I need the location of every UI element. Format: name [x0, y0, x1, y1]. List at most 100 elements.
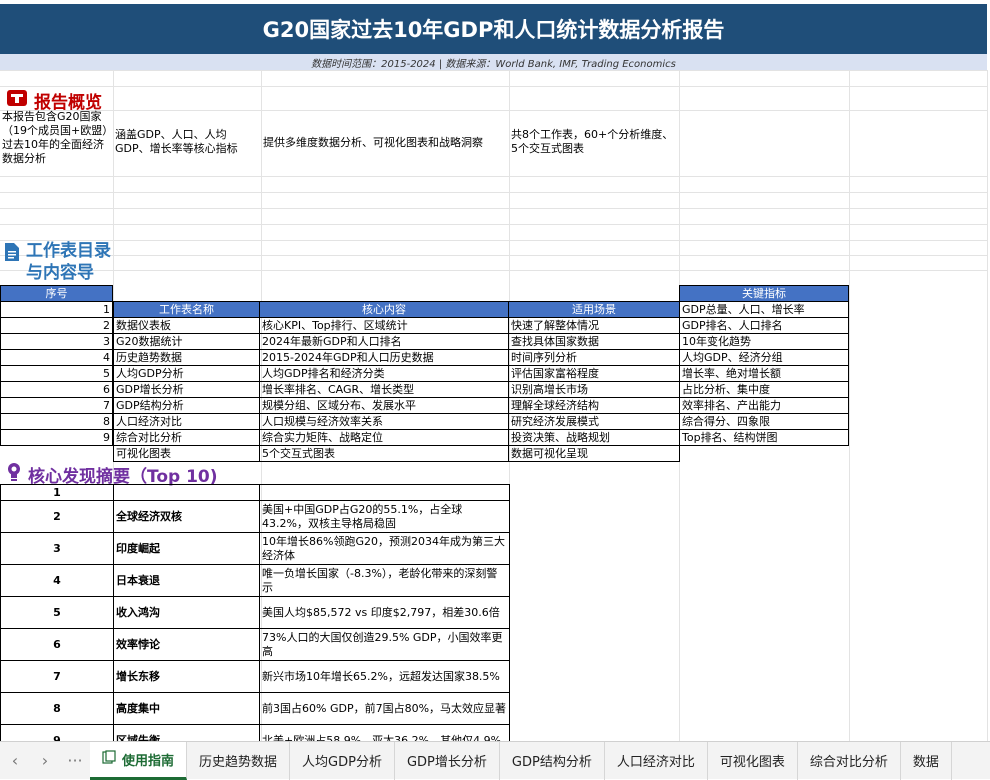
- finding-row[interactable]: 4 日本衰退 唯一负增长国家（-8.3%），老龄化带来的深刻警示: [0, 564, 510, 597]
- finding-desc: 美国+中国GDP占G20的55.1%，占全球43.2%，双核主导格局稳固: [259, 500, 510, 533]
- dir-name: 历史趋势数据: [113, 349, 260, 366]
- more-tabs-icon[interactable]: ···: [60, 751, 90, 770]
- dir-row-number: 3: [0, 333, 113, 350]
- metric-cell[interactable]: 效率排名、产出能力: [679, 397, 849, 414]
- finding-title: 区域失衡: [113, 724, 260, 741]
- dir-number-column: 123456789: [0, 301, 113, 446]
- dir-name: GDP增长分析: [113, 381, 260, 398]
- finding-row[interactable]: 7 增长东移 新兴市场10年增长65.2%，远超发达国家38.5%: [0, 660, 510, 693]
- overview-cell-1[interactable]: 本报告包含G20国家（19个成员国+欧盟）过去10年的全面经济数据分析: [2, 110, 112, 166]
- dir-row-number: 9: [0, 429, 113, 446]
- directory-row[interactable]: 人口经济对比 人口规模与经济效率关系 研究经济发展模式: [113, 413, 680, 430]
- dir-name: GDP结构分析: [113, 397, 260, 414]
- spreadsheet-grid[interactable]: G20国家过去10年GDP和人口统计数据分析报告 数据时间范围：2015-202…: [0, 0, 990, 741]
- dir-row-number: 7: [0, 397, 113, 414]
- finding-desc: 前3国占60% GDP，前7国占80%，马太效应显著: [259, 692, 510, 725]
- finding-row[interactable]: 5 收入鸿沟 美国人均$85,572 vs 印度$2,797，相差30.6倍: [0, 596, 510, 629]
- finding-title: 全球经济双核: [113, 500, 260, 533]
- finding-title: 日本衰退: [113, 564, 260, 597]
- overview-cell-4[interactable]: 共8个工作表，60+个分析维度、5个交互式图表: [511, 128, 677, 156]
- finding-number: 2: [0, 500, 114, 533]
- finding-row[interactable]: 8 高度集中 前3国占60% GDP，前7国占80%，马太效应显著: [0, 692, 510, 725]
- metric-cell[interactable]: 占比分析、集中度: [679, 381, 849, 398]
- finding-number: 1: [0, 484, 114, 501]
- finding-title: 高度集中: [113, 692, 260, 725]
- sheet-tab[interactable]: GDP结构分析: [500, 741, 605, 780]
- finding-row[interactable]: 9 区域失衡 北美+欧洲占58.9%，亚太36.2%，其他仅4.9%: [0, 724, 510, 741]
- finding-desc: 北美+欧洲占58.9%，亚太36.2%，其他仅4.9%: [259, 724, 510, 741]
- metric-cell[interactable]: 增长率、绝对增长额: [679, 365, 849, 382]
- dir-name: 可视化图表: [113, 445, 260, 462]
- metric-cell[interactable]: 10年变化趋势: [679, 333, 849, 350]
- dir-name: 数据仪表板: [113, 317, 260, 334]
- dir-number-header: 序号: [0, 285, 113, 302]
- finding-row[interactable]: 3 印度崛起 10年增长86%领跑G20，预测2034年成为第三大经济体: [0, 532, 510, 565]
- dir-row-number: 1: [0, 301, 113, 318]
- directory-row[interactable]: GDP结构分析 规模分组、区域分布、发展水平 理解全球经济结构: [113, 397, 680, 414]
- sheet-icon: [102, 750, 116, 768]
- dir-content: 综合实力矩阵、战略定位: [259, 429, 509, 446]
- chevron-right-icon[interactable]: ›: [30, 751, 60, 770]
- sheet-tab[interactable]: GDP增长分析: [395, 741, 500, 780]
- dir-row-number: 2: [0, 317, 113, 334]
- dir-content: 规模分组、区域分布、发展水平: [259, 397, 509, 414]
- dir-scene: 研究经济发展模式: [508, 413, 680, 430]
- finding-number: 7: [0, 660, 114, 693]
- dir-scene: 数据可视化呈现: [508, 445, 680, 462]
- dir-content: 核心KPI、Top排行、区域统计: [259, 317, 509, 334]
- dir-content: 增长率排名、CAGR、增长类型: [259, 381, 509, 398]
- col-header-name: 工作表名称: [113, 301, 260, 318]
- dir-scene: 时间序列分析: [508, 349, 680, 366]
- directory-row[interactable]: G20数据统计 2024年最新GDP和人口排名 查找具体国家数据: [113, 333, 680, 350]
- finding-number: 5: [0, 596, 114, 629]
- dir-content: 人均GDP排名和经济分类: [259, 365, 509, 382]
- metric-cell[interactable]: GDP排名、人口排名: [679, 317, 849, 334]
- directory-row[interactable]: 历史趋势数据 2015-2024年GDP和人口历史数据 时间序列分析: [113, 349, 680, 366]
- report-subtitle: 数据时间范围：2015-2024 | 数据来源：World Bank, IMF,…: [0, 54, 987, 70]
- dir-content: 5个交互式图表: [259, 445, 509, 462]
- finding-number: 4: [0, 564, 114, 597]
- directory-row[interactable]: 可视化图表 5个交互式图表 数据可视化呈现: [113, 445, 680, 462]
- finding-desc: 10年增长86%领跑G20，预测2034年成为第三大经济体: [259, 532, 510, 565]
- dir-scene: 理解全球经济结构: [508, 397, 680, 414]
- finding-title: 收入鸿沟: [113, 596, 260, 629]
- tab-active[interactable]: 使用指南: [90, 741, 188, 780]
- report-banner: G20国家过去10年GDP和人口统计数据分析报告: [0, 4, 987, 54]
- sheet-tab[interactable]: 可视化图表: [708, 741, 798, 780]
- metric-cell[interactable]: Top排名、结构饼图: [679, 429, 849, 446]
- finding-desc: 新兴市场10年增长65.2%，远超发达国家38.5%: [259, 660, 510, 693]
- dir-row-number: 8: [0, 413, 113, 430]
- finding-desc: 73%人口的大国仅创造29.5% GDP，小国效率更高: [259, 628, 510, 661]
- dir-scene: 评估国家富裕程度: [508, 365, 680, 382]
- chevron-left-icon[interactable]: ‹: [0, 751, 30, 770]
- dir-scene: 识别高增长市场: [508, 381, 680, 398]
- finding-title: 印度崛起: [113, 532, 260, 565]
- dir-scene: 查找具体国家数据: [508, 333, 680, 350]
- sheet-tab[interactable]: 人口经济对比: [605, 741, 708, 780]
- sheet-tab[interactable]: 综合对比分析: [798, 741, 901, 780]
- finding-row[interactable]: 6 效率悖论 73%人口的大国仅创造29.5% GDP，小国效率更高: [0, 628, 510, 661]
- dir-scene: 投资决策、战略规划: [508, 429, 680, 446]
- document-icon: [4, 242, 20, 268]
- overview-cell-3[interactable]: 提供多维度数据分析、可视化图表和战略洞察: [263, 136, 507, 150]
- col-header-content: 核心内容: [259, 301, 509, 318]
- overview-cell-2[interactable]: 涵盖GDP、人口、人均GDP、增长率等核心指标: [115, 128, 261, 156]
- finding-row[interactable]: 2 全球经济双核 美国+中国GDP占G20的55.1%，占全球43.2%，双核主导格…: [0, 500, 510, 533]
- sheet-tab[interactable]: 历史趋势数据: [187, 741, 291, 780]
- metric-cell[interactable]: 人均GDP、经济分组: [679, 349, 849, 366]
- directory-row[interactable]: 数据仪表板 核心KPI、Top排行、区域统计 快速了解整体情况: [113, 317, 680, 334]
- directory-row[interactable]: GDP增长分析 增长率排名、CAGR、增长类型 识别高增长市场: [113, 381, 680, 398]
- col-header-scene: 适用场景: [508, 301, 680, 318]
- directory-row[interactable]: 人均GDP分析 人均GDP排名和经济分类 评估国家富裕程度: [113, 365, 680, 382]
- sheet-tab[interactable]: 人均GDP分析: [290, 741, 395, 780]
- sheet-tab-bar: ‹ › ··· 使用指南 历史趋势数据 人均GDP分析 GDP增长分析 GDP结构分析…: [0, 741, 990, 780]
- dir-name: G20数据统计: [113, 333, 260, 350]
- finding-desc: 美国人均$85,572 vs 印度$2,797，相差30.6倍: [259, 596, 510, 629]
- metric-cell[interactable]: 综合得分、四象限: [679, 413, 849, 430]
- metric-cell[interactable]: GDP总量、人口、增长率: [679, 301, 849, 318]
- directory-row[interactable]: 综合对比分析 综合实力矩阵、战略定位 投资决策、战略规划: [113, 429, 680, 446]
- dir-name: 综合对比分析: [113, 429, 260, 446]
- sheet-tab[interactable]: 数据: [901, 741, 952, 780]
- report-title: G20国家过去10年GDP和人口统计数据分析报告: [262, 18, 725, 42]
- finding-number: 6: [0, 628, 114, 661]
